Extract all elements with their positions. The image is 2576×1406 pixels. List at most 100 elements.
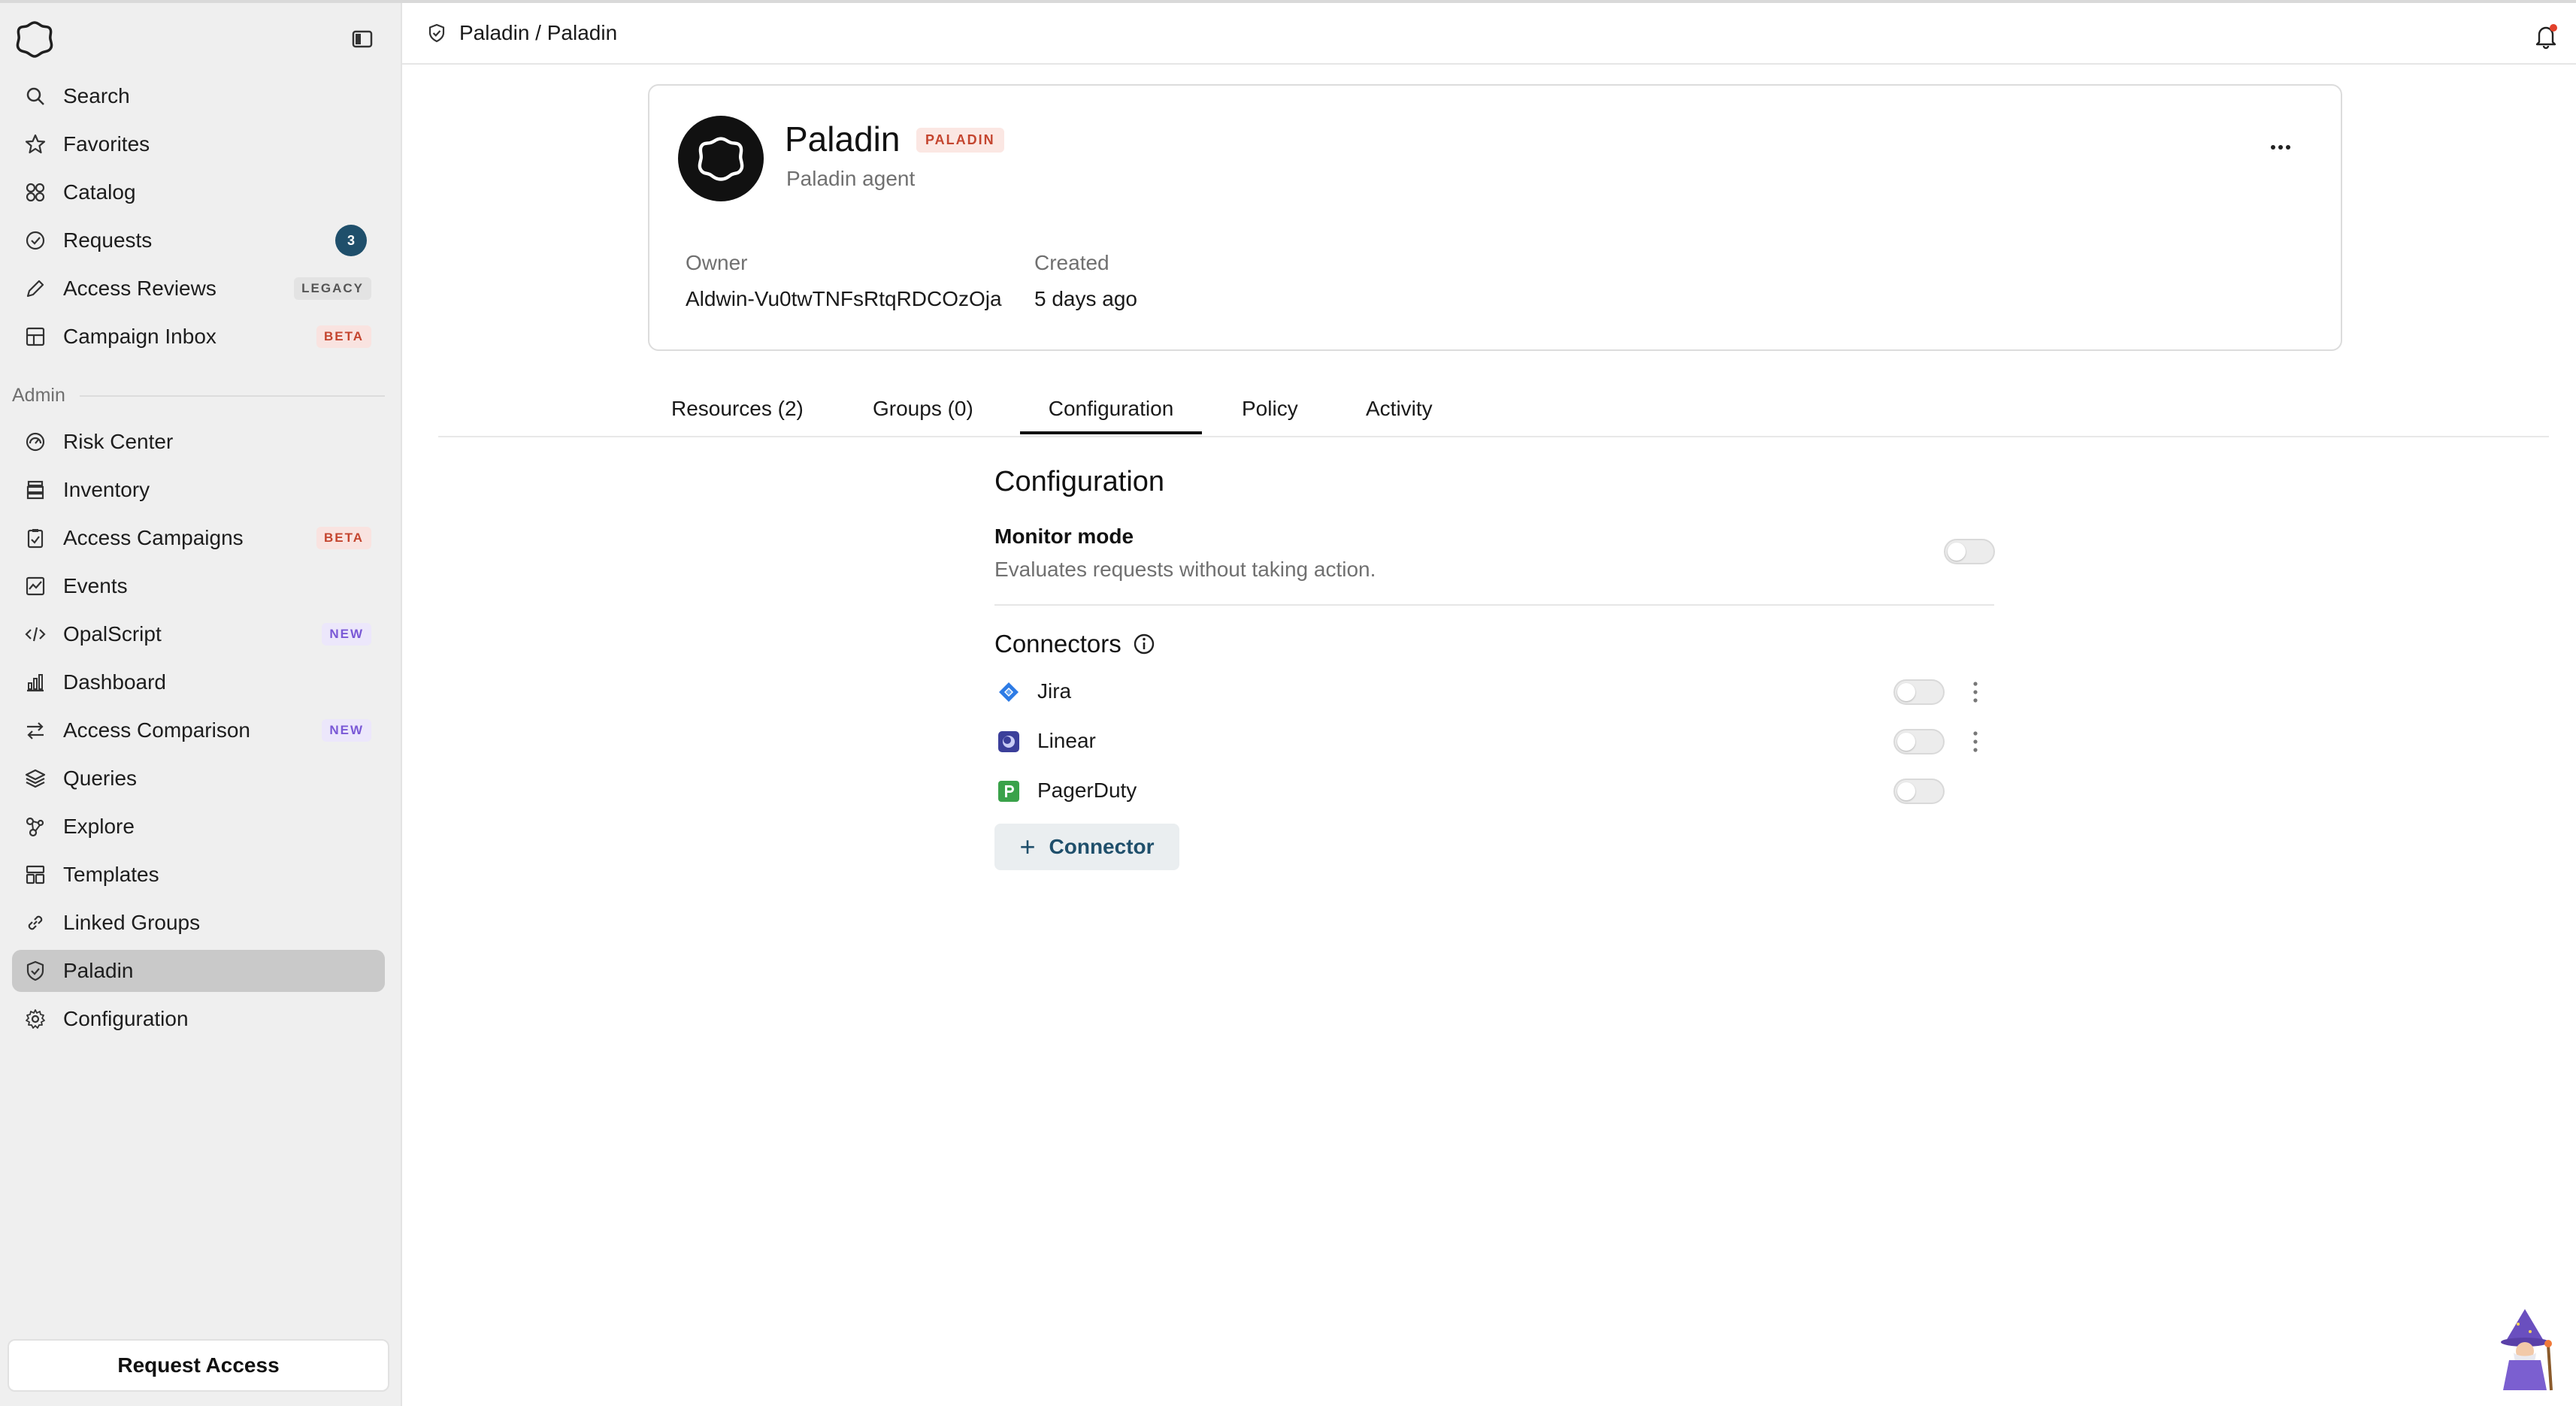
sidebar-item-explore[interactable]: Explore (12, 806, 385, 848)
sidebar-item-events[interactable]: Events (12, 565, 385, 607)
created-label: Created (1034, 251, 1109, 274)
configuration-heading: Configuration (994, 466, 1165, 497)
tab-bar: Resources (2) Groups (0) Configuration P… (438, 385, 2549, 437)
sidebar-item-label: Access Reviews (63, 277, 216, 300)
sidebar-item-label: Templates (63, 863, 159, 886)
sidebar-item-label: Explore (63, 815, 135, 838)
sidebar-item-access-campaigns[interactable]: Access Campaigns BETA (12, 517, 385, 559)
jira-icon (999, 682, 1019, 702)
linear-menu-icon[interactable] (1971, 729, 1980, 754)
opal-logo-icon (698, 137, 744, 181)
agent-avatar (678, 116, 764, 201)
sidebar-item-label: Configuration (63, 1007, 189, 1030)
arrows-compare-icon (23, 718, 48, 743)
linear-icon (998, 731, 1019, 752)
sidebar-item-inventory[interactable]: Inventory (12, 469, 385, 511)
section-divider (80, 395, 385, 397)
sidebar-item-catalog[interactable]: Catalog (12, 171, 385, 213)
agent-type-tag: PALADIN (916, 128, 1004, 153)
check-circle-icon (23, 228, 48, 253)
tab-policy[interactable]: Policy (1242, 391, 1298, 434)
sidebar-item-requests[interactable]: Requests 3 (12, 219, 385, 262)
sidebar-item-search[interactable]: Search (12, 75, 385, 117)
more-options-icon[interactable] (2266, 132, 2296, 162)
add-connector-label: Connector (1049, 835, 1155, 858)
shield-check-icon (428, 23, 445, 43)
gauge-icon (23, 429, 48, 455)
jira-menu-icon[interactable] (1971, 679, 1980, 705)
sidebar-item-linked-groups[interactable]: Linked Groups (12, 902, 385, 944)
top-header: Paladin / Paladin (402, 3, 2576, 65)
sidebar-item-label: Search (63, 84, 130, 107)
sidebar-item-label: Favorites (63, 132, 150, 156)
info-icon[interactable] (1132, 632, 1156, 656)
clipboard-icon (23, 525, 48, 551)
new-badge: NEW (322, 623, 371, 646)
nodes-icon (23, 814, 48, 839)
breadcrumb: Paladin / Paladin (426, 21, 617, 45)
agent-subtitle: Paladin agent (786, 167, 916, 190)
sidebar-item-label: Linked Groups (63, 911, 201, 934)
grid-icon (23, 180, 48, 205)
monitor-mode-toggle[interactable] (1944, 539, 1995, 564)
connector-row-linear: Linear (994, 723, 1994, 760)
owner-label: Owner (686, 251, 748, 274)
pagerduty-connector-toggle[interactable] (1893, 779, 1945, 804)
tab-activity[interactable]: Activity (1366, 391, 1433, 434)
gear-icon (23, 1006, 48, 1032)
sidebar-item-templates[interactable]: Templates (12, 854, 385, 896)
beta-badge: BETA (316, 325, 371, 348)
beta-badge: BETA (316, 527, 371, 549)
tab-resources[interactable]: Resources (2) (671, 391, 804, 434)
connector-name: Jira (1037, 679, 1072, 703)
opal-logo-icon[interactable] (15, 20, 54, 59)
connector-name: PagerDuty (1037, 779, 1137, 802)
tab-configuration[interactable]: Configuration (1020, 391, 1202, 434)
sidebar-item-access-comparison[interactable]: Access Comparison NEW (12, 709, 385, 751)
jira-connector-toggle[interactable] (1893, 679, 1945, 705)
sidebar-toggle-icon[interactable] (350, 27, 374, 51)
sidebar-item-label: Catalog (63, 180, 136, 204)
sidebar-item-label: Access Comparison (63, 718, 250, 742)
sidebar-item-opalscript[interactable]: OpalScript NEW (12, 613, 385, 655)
bar-chart-icon (23, 670, 48, 695)
connector-name: Linear (1037, 729, 1096, 752)
breadcrumb-text[interactable]: Paladin / Paladin (459, 21, 617, 45)
sidebar-item-label: Campaign Inbox (63, 325, 216, 348)
monitor-mode-description: Evaluates requests without taking action… (994, 558, 1376, 581)
sidebar-item-risk-center[interactable]: Risk Center (12, 421, 385, 463)
sidebar-item-configuration[interactable]: Configuration (12, 998, 385, 1040)
new-badge: NEW (322, 719, 371, 742)
sidebar-item-label: Risk Center (63, 430, 174, 453)
sidebar-item-label: Inventory (63, 478, 150, 501)
notification-bell-icon[interactable] (2532, 23, 2559, 50)
pencil-icon (23, 276, 48, 301)
star-icon (23, 132, 48, 157)
sidebar-item-access-reviews[interactable]: Access Reviews LEGACY (12, 268, 385, 310)
sidebar-item-dashboard[interactable]: Dashboard (12, 661, 385, 703)
section-divider (994, 604, 1994, 606)
sidebar-item-label: OpalScript (63, 622, 162, 646)
owner-value[interactable]: Aldwin-Vu0twTNFsRtqRDCOzOja (686, 287, 1002, 311)
connector-row-pagerduty: PagerDuty (994, 773, 1994, 810)
request-access-button[interactable]: Request Access (8, 1339, 389, 1392)
connectors-heading: Connectors (994, 630, 1156, 658)
sidebar: Search Favorites Catalog Requests 3 Acce… (0, 3, 402, 1406)
activity-chart-icon (23, 573, 48, 599)
tab-groups[interactable]: Groups (0) (873, 391, 973, 434)
layout-icon (23, 324, 48, 349)
sidebar-item-campaign-inbox[interactable]: Campaign Inbox BETA (12, 316, 385, 358)
sidebar-item-label: Paladin (63, 959, 134, 982)
sidebar-item-queries[interactable]: Queries (12, 757, 385, 800)
search-icon (23, 83, 48, 109)
sidebar-item-favorites[interactable]: Favorites (12, 123, 385, 165)
wizard-assistant-icon[interactable] (2493, 1308, 2557, 1392)
sidebar-item-label: Requests (63, 228, 153, 252)
admin-section-label: Admin (12, 385, 65, 406)
sidebar-item-label: Events (63, 574, 128, 597)
agent-name: Paladin (785, 119, 901, 159)
sidebar-item-paladin[interactable]: Paladin (12, 950, 385, 992)
add-connector-button[interactable]: + Connector (994, 824, 1179, 870)
linear-connector-toggle[interactable] (1893, 729, 1945, 754)
connector-row-jira: Jira (994, 673, 1994, 711)
